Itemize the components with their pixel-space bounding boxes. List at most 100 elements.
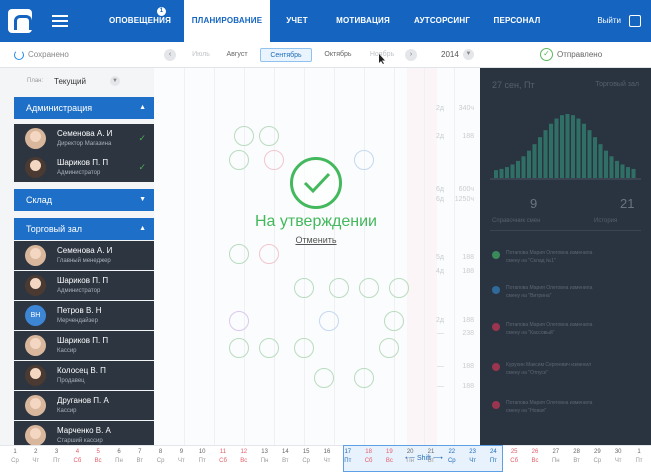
day-cell[interactable]: 11 Сб: [213, 449, 233, 464]
shift-marker[interactable]: [259, 126, 279, 146]
chart-bar: [494, 170, 498, 178]
day-cell[interactable]: 26 Вс: [525, 449, 545, 464]
shift-marker[interactable]: [354, 150, 374, 170]
row-total: 4д: [436, 268, 444, 275]
shift-marker[interactable]: [314, 368, 334, 388]
day-cell[interactable]: 6 Пн: [109, 449, 129, 464]
shift-marker[interactable]: [354, 368, 374, 388]
day-cell[interactable]: 25 Сб: [504, 449, 524, 464]
day-cell[interactable]: 1 Ср: [5, 449, 25, 464]
day-cell[interactable]: 29 Ср: [587, 449, 607, 464]
day-cell[interactable]: 1 Пт: [629, 449, 649, 464]
day-cell[interactable]: 3 Пт: [47, 449, 67, 464]
plan-selector[interactable]: План: Текущий ▼: [14, 68, 154, 96]
group-header-sales-floor[interactable]: Торговый зал ▲: [14, 218, 154, 240]
tab-shift-reference[interactable]: Справочник смен: [492, 218, 540, 224]
day-cell[interactable]: 30 Чт: [608, 449, 628, 464]
chevron-down-icon[interactable]: ▼: [463, 49, 474, 60]
day-cell[interactable]: 27 Пн: [546, 449, 566, 464]
shift-marker[interactable]: [229, 244, 249, 264]
day-cell[interactable]: 10 Пт: [192, 449, 212, 464]
shift-marker[interactable]: [294, 278, 314, 298]
shift-marker[interactable]: [359, 278, 379, 298]
panel-date: 27 сен, Пт: [492, 80, 535, 90]
prev-month-button[interactable]: ‹: [164, 49, 176, 61]
day-cell[interactable]: 5 Вс: [88, 449, 108, 464]
day-cell[interactable]: 20 Пн: [400, 449, 420, 464]
row-total: 1250ч: [454, 196, 474, 203]
shift-marker[interactable]: [319, 311, 339, 331]
group-header-administration[interactable]: Администрация ▲: [14, 97, 154, 119]
day-cell[interactable]: 15 Ср: [296, 449, 316, 464]
shift-marker[interactable]: [259, 244, 279, 264]
employee-row[interactable]: Шариков П. П Кассир: [14, 331, 154, 360]
year-select[interactable]: 2014: [441, 50, 459, 59]
nav-tab-notifications[interactable]: ОПОВЕЩЕНИЯ 1: [98, 0, 182, 42]
day-cell[interactable]: 12 Вс: [234, 449, 254, 464]
day-cell[interactable]: 9 Чт: [171, 449, 191, 464]
tab-history[interactable]: История: [594, 218, 617, 224]
month-october[interactable]: Октябрь: [318, 48, 358, 62]
day-cell[interactable]: 24 Пт: [483, 449, 503, 464]
shift-marker[interactable]: [229, 150, 249, 170]
day-cell[interactable]: 17 Пт: [338, 449, 358, 464]
plan-value[interactable]: Текущий: [54, 77, 86, 86]
day-cell[interactable]: 8 Ср: [151, 449, 171, 464]
row-total: 6д: [436, 186, 444, 193]
month-september[interactable]: Сентябрь: [260, 48, 312, 62]
day-cell[interactable]: 13 Пн: [255, 449, 275, 464]
day-cell[interactable]: 28 Вт: [567, 449, 587, 464]
top-nav: ОПОВЕЩЕНИЯ 1 ПЛАНИРОВАНИЕ УЧЕТ МОТИВАЦИЯ…: [0, 0, 651, 42]
chart-bar: [615, 160, 619, 178]
shift-marker[interactable]: [259, 338, 279, 358]
employee-row[interactable]: ВН Петров В. Н Мерчендайзер: [14, 301, 154, 330]
nav-tab-outsourcing[interactable]: АУТСОРСИНГ: [405, 0, 479, 42]
month-july[interactable]: Июль: [181, 48, 221, 62]
month-august[interactable]: Август: [217, 48, 257, 62]
shift-marker[interactable]: [389, 278, 409, 298]
day-cell[interactable]: 21 Вт: [421, 449, 441, 464]
check-icon: ✓: [138, 133, 146, 143]
employee-row[interactable]: Колосец В. П Продавец: [14, 361, 154, 390]
chevron-up-icon: ▲: [139, 104, 146, 111]
shift-marker[interactable]: [264, 150, 284, 170]
app-logo-icon[interactable]: [8, 9, 32, 33]
cancel-link[interactable]: Отменить: [240, 235, 392, 245]
nav-tab-personnel[interactable]: ПЕРСОНАЛ: [483, 0, 551, 42]
chevron-down-icon[interactable]: ▼: [110, 76, 120, 86]
employee-row[interactable]: Семенова А. И Главный менеджер: [14, 241, 154, 270]
nav-tab-planning[interactable]: ПЛАНИРОВАНИЕ: [184, 0, 270, 42]
employee-row[interactable]: Шариков П. П Администратор ✓: [14, 153, 154, 182]
shift-marker[interactable]: [329, 278, 349, 298]
day-cell[interactable]: 14 Вт: [275, 449, 295, 464]
employee-row[interactable]: Марченко В. А Старший кассир: [14, 421, 154, 446]
employee-row[interactable]: Шариков П. П Администратор: [14, 271, 154, 300]
avatar: [25, 245, 46, 266]
chevron-up-icon: ▲: [139, 225, 146, 232]
shift-marker[interactable]: [234, 126, 254, 146]
chart-bar: [521, 156, 526, 178]
day-cell[interactable]: 22 Ср: [442, 449, 462, 464]
day-cell[interactable]: 4 Сб: [67, 449, 87, 464]
nav-tab-accounting[interactable]: УЧЕТ: [274, 0, 320, 42]
shift-marker[interactable]: [384, 311, 404, 331]
day-cell[interactable]: 19 Вс: [379, 449, 399, 464]
shift-marker[interactable]: [379, 338, 399, 358]
shift-marker[interactable]: [294, 338, 314, 358]
employee-row[interactable]: Друганов П. А Кассир: [14, 391, 154, 420]
shift-marker[interactable]: [229, 311, 249, 331]
row-total: 5д: [436, 254, 444, 261]
day-cell[interactable]: 18 Сб: [359, 449, 379, 464]
day-cell[interactable]: 16 Чт: [317, 449, 337, 464]
day-cell[interactable]: 7 Вт: [130, 449, 150, 464]
menu-burger-icon[interactable]: [52, 15, 68, 27]
shift-marker[interactable]: [229, 338, 249, 358]
logout-button[interactable]: Выйти: [597, 0, 621, 42]
next-month-button[interactable]: ›: [405, 49, 417, 61]
group-header-warehouse[interactable]: Склад ▼: [14, 189, 154, 211]
logout-icon[interactable]: [629, 15, 641, 27]
employee-row[interactable]: Семенова А. И Директор Магазина ✓: [14, 124, 154, 153]
day-cell[interactable]: 23 Чт: [463, 449, 483, 464]
day-cell[interactable]: 2 Чт: [26, 449, 46, 464]
nav-tab-motivation[interactable]: МОТИВАЦИЯ: [328, 0, 398, 42]
